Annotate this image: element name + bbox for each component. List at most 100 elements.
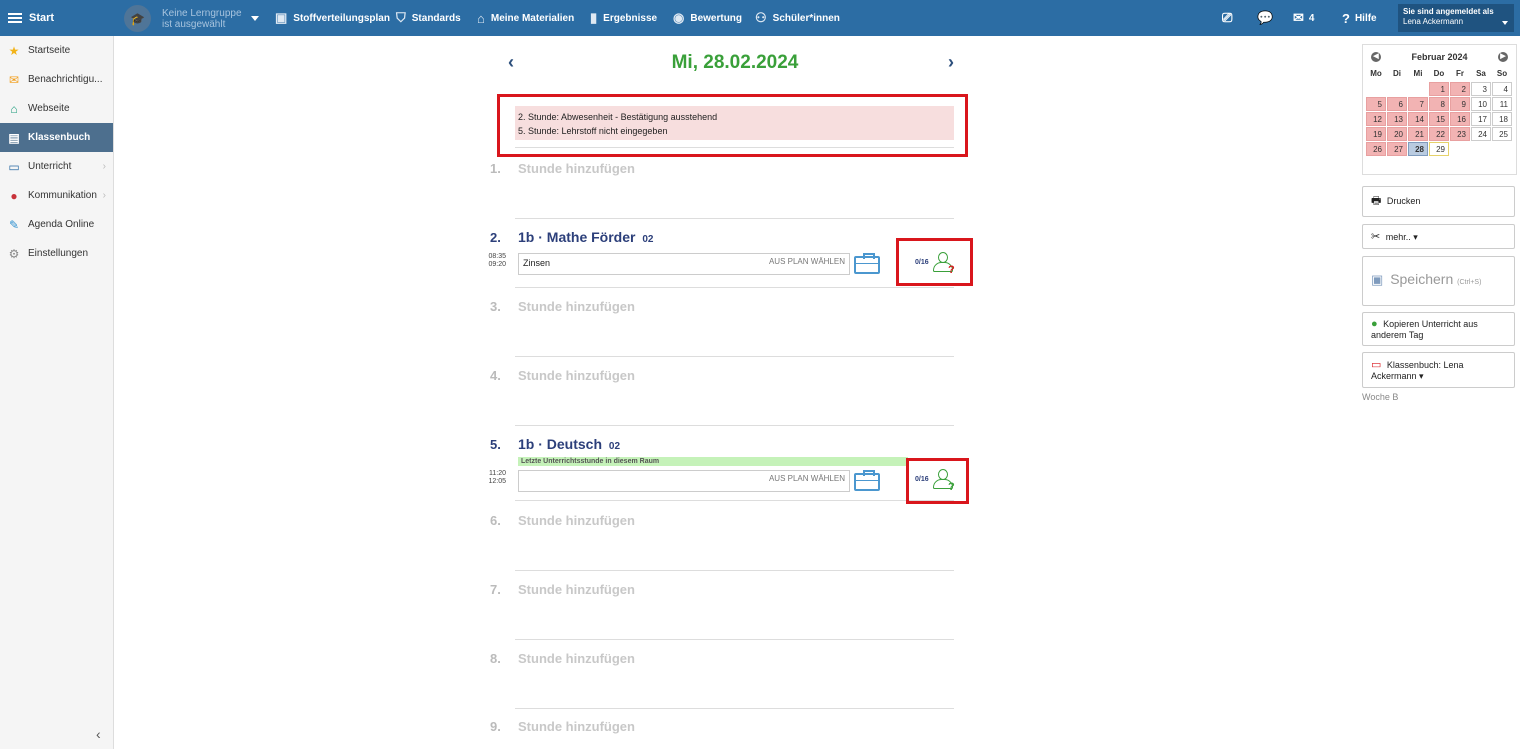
learning-group-selector[interactable]: 🎓 Keine Lerngruppe ist ausgewählt	[124, 5, 259, 32]
calendar-day[interactable]: 29	[1429, 142, 1449, 156]
nav-standards[interactable]: ⛉ Standards	[396, 0, 461, 36]
previous-month-button[interactable]: ◀	[1371, 52, 1381, 62]
calendar-day-today[interactable]: 28	[1408, 142, 1428, 156]
calendar-day[interactable]: 1	[1429, 82, 1449, 96]
sidebar-item-klassenbuch[interactable]: ▤ Klassenbuch	[0, 123, 113, 152]
sidebar-item-agenda-online[interactable]: ✎ Agenda Online	[0, 210, 113, 239]
lesson-times: 08:35 09:20	[486, 253, 506, 269]
print-label: Drucken	[1386, 196, 1421, 206]
calendar-day[interactable]: 12	[1366, 112, 1386, 126]
nav-label: Bewertung	[690, 12, 743, 24]
sidebar-item-einstellungen[interactable]: ⚙ Einstellungen	[0, 239, 113, 268]
classbook-selector[interactable]: ▭ Klassenbuch: Lena Ackermann ▾	[1362, 352, 1515, 388]
topic-input[interactable]: AUS PLAN WÄHLEN	[518, 470, 850, 492]
lesson-room: 02	[642, 234, 654, 245]
nav-meine-materialien[interactable]: ⌂ Meine Materialien	[477, 0, 574, 36]
calendar-day[interactable]: 5	[1366, 97, 1386, 111]
start-menu-button[interactable]: Start	[0, 0, 114, 36]
calendar-day[interactable]: 3	[1471, 82, 1491, 96]
calendar-day[interactable]: 20	[1387, 127, 1407, 141]
calendar-day[interactable]: 27	[1387, 142, 1407, 156]
calendar-day[interactable]: 22	[1429, 127, 1449, 141]
highlight-box-warnings	[497, 94, 968, 157]
envelope-icon: ✉	[1293, 10, 1304, 25]
calendar-day[interactable]: 13	[1387, 112, 1407, 126]
copy-lesson-button[interactable]: ● Kopieren Unterricht aus anderem Tag	[1362, 312, 1515, 346]
briefcase-icon[interactable]	[854, 470, 880, 491]
lesson-time-end: 12:05	[488, 478, 506, 485]
lesson-title[interactable]: 1b · Deutsch 02	[518, 436, 620, 452]
lesson-title[interactable]: 1b · Mathe Förder 02	[518, 229, 653, 245]
nav-label: Standards	[411, 12, 461, 24]
calendar-day[interactable]: 11	[1492, 97, 1512, 111]
sidebar-item-unterricht[interactable]: ▭ Unterricht ›	[0, 152, 113, 181]
topic-input[interactable]: Zinsen AUS PLAN WÄHLEN	[518, 253, 850, 275]
room-notice: Letzte Unterrichtsstunde in diesem Raum	[518, 457, 908, 466]
add-lesson-link[interactable]: Stunde hinzufügen	[518, 651, 635, 666]
divider	[515, 218, 954, 219]
calendar-day[interactable]: 7	[1408, 97, 1428, 111]
help-label: Hilfe	[1354, 12, 1377, 24]
save-button[interactable]: ▣ Speichern (Ctrl+S)	[1362, 256, 1515, 306]
calendar-empty	[1408, 82, 1428, 96]
sidebar-item-startseite[interactable]: ★ Startseite	[0, 36, 113, 65]
calendar-day[interactable]: 26	[1366, 142, 1386, 156]
divider	[515, 425, 954, 426]
sidebar-item-label: Kommunikation	[28, 190, 97, 201]
calendar-day[interactable]: 14	[1408, 112, 1428, 126]
calendar-day[interactable]: 24	[1471, 127, 1491, 141]
chevron-left-icon: ◀	[1373, 53, 1379, 60]
add-lesson-link[interactable]: Stunde hinzufügen	[518, 368, 635, 383]
add-lesson-link[interactable]: Stunde hinzufügen	[518, 582, 635, 597]
weekday-label: Fr	[1456, 69, 1464, 78]
sidebar-item-benachrichtigungen[interactable]: ✉ Benachrichtigu...	[0, 65, 113, 94]
date-header: ‹ Mi, 28.02.2024 ›	[500, 50, 970, 80]
screen-share-button[interactable]: ⎚	[1222, 0, 1232, 36]
more-label: mehr.. ▾	[1385, 232, 1418, 242]
week-label: Woche B	[1362, 392, 1399, 402]
sidebar-item-label: Benachrichtigu...	[28, 74, 103, 85]
lesson-time-end: 09:20	[488, 261, 506, 268]
calendar-day[interactable]: 16	[1450, 112, 1470, 126]
add-lesson-link[interactable]: Stunde hinzufügen	[518, 513, 635, 528]
add-lesson-link[interactable]: Stunde hinzufügen	[518, 161, 635, 176]
calendar-day[interactable]: 17	[1471, 112, 1491, 126]
collapse-sidebar-button[interactable]: ‹	[96, 726, 101, 742]
caret-down-icon	[1502, 21, 1508, 25]
sidebar-item-webseite[interactable]: ⌂ Webseite	[0, 94, 113, 123]
nav-label: Stoffverteilungsplan	[293, 12, 390, 24]
messages-button[interactable]: ✉ 4	[1293, 0, 1314, 36]
next-month-button[interactable]: ▶	[1498, 52, 1508, 62]
sidebar-item-kommunikation[interactable]: ● Kommunikation ›	[0, 181, 113, 210]
calendar-day[interactable]: 10	[1471, 97, 1491, 111]
calendar-day[interactable]: 18	[1492, 112, 1512, 126]
calendar-day[interactable]: 19	[1366, 127, 1386, 141]
chat-button[interactable]: 💬	[1257, 0, 1273, 36]
add-lesson-link[interactable]: Stunde hinzufügen	[518, 719, 635, 734]
more-button[interactable]: ✂ mehr.. ▾	[1362, 224, 1515, 249]
nav-bewertung[interactable]: ◉ Bewertung	[673, 0, 742, 36]
calendar-day[interactable]: 4	[1492, 82, 1512, 96]
calendar-day[interactable]: 2	[1450, 82, 1470, 96]
sidebar-item-label: Webseite	[28, 103, 70, 114]
print-button[interactable]: 🖶 Drucken	[1362, 186, 1515, 217]
choose-from-plan-link[interactable]: AUS PLAN WÄHLEN	[769, 474, 845, 483]
calendar-day[interactable]: 15	[1429, 112, 1449, 126]
help-button[interactable]: ? Hilfe	[1342, 0, 1377, 36]
briefcase-icon[interactable]	[854, 253, 880, 274]
nav-stoffverteilungsplan[interactable]: ▣ Stoffverteilungsplan	[275, 0, 390, 36]
calendar-day[interactable]: 25	[1492, 127, 1512, 141]
user-menu[interactable]: Sie sind angemeldet als Lena Ackermann	[1398, 4, 1514, 32]
slot-number: 9.	[490, 719, 501, 734]
calendar-day[interactable]: 9	[1450, 97, 1470, 111]
calendar-day[interactable]: 23	[1450, 127, 1470, 141]
calendar-day[interactable]: 21	[1408, 127, 1428, 141]
calendar-day[interactable]: 6	[1387, 97, 1407, 111]
add-lesson-link[interactable]: Stunde hinzufügen	[518, 299, 635, 314]
nav-ergebnisse[interactable]: ▮ Ergebnisse	[590, 0, 657, 36]
next-day-button[interactable]: ›	[948, 52, 954, 73]
calendar-day[interactable]: 8	[1429, 97, 1449, 111]
choose-from-plan-link[interactable]: AUS PLAN WÄHLEN	[769, 257, 845, 266]
chevron-right-icon: ›	[102, 190, 106, 201]
nav-schueler-innen[interactable]: ⚇ Schüler*innen	[755, 0, 840, 36]
